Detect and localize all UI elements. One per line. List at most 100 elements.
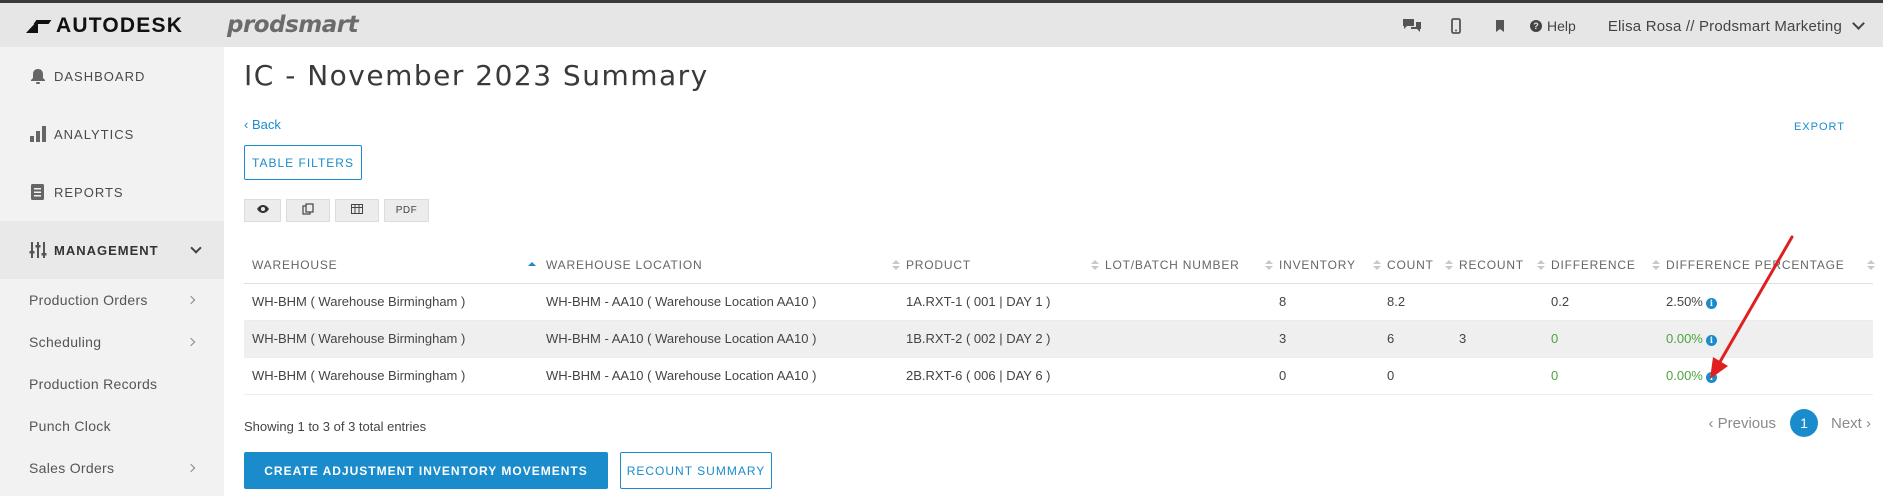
cell-inventory: 8 — [1271, 283, 1379, 321]
copy-icon — [302, 203, 314, 218]
cell-recount[interactable]: 3 — [1451, 320, 1543, 358]
cell-count: 8.2 — [1379, 283, 1451, 321]
pdf-button[interactable]: PDF — [384, 199, 429, 222]
previous-label: Previous — [1717, 414, 1776, 432]
sidebar-item-production-orders[interactable]: Production Orders — [0, 279, 224, 321]
cell-lot-batch — [1097, 283, 1271, 321]
chevron-right-icon — [186, 463, 196, 473]
column-header-warehouse-location[interactable]: WAREHOUSE LOCATION — [538, 247, 900, 284]
user-menu[interactable]: Elisa Rosa // Prodsmart Marketing — [1607, 17, 1865, 35]
sidebar-item-punch-clock[interactable]: Punch Clock — [0, 405, 224, 447]
sidebar-item-label: REPORTS — [54, 184, 124, 200]
cell-product: 2B.RXT-6 ( 006 | DAY 6 ) — [898, 357, 1097, 395]
bell-icon — [28, 66, 48, 86]
top-right-actions: ? Help Elisa Rosa // Prodsmart Marketing — [1390, 13, 1865, 39]
sidebar-item-reports[interactable]: REPORTS — [0, 163, 224, 221]
table-header-row: WAREHOUSE WAREHOUSE LOCATION PRODUCT LOT… — [244, 247, 1875, 284]
sidebar-item-dashboard[interactable]: DASHBOARD — [0, 47, 224, 105]
cell-difference: 0 — [1543, 320, 1658, 358]
table-row: WH-BHM ( Warehouse Birmingham ) WH-BHM -… — [244, 357, 1873, 395]
previous-page-button[interactable]: ‹ Previous — [1708, 415, 1776, 432]
sidebar-item-sales-orders[interactable]: Sales Orders — [0, 447, 224, 489]
sidebar-item-production-records[interactable]: Production Records — [0, 363, 224, 405]
column-header-inventory[interactable]: INVENTORY — [1271, 247, 1381, 284]
cell-lot-batch — [1097, 320, 1271, 358]
chat-icon[interactable] — [1390, 13, 1434, 39]
cell-warehouse-location: WH-BHM - AA10 ( Warehouse Location AA10 … — [538, 283, 898, 321]
bar-chart-icon — [28, 124, 48, 144]
sidebar-item-label: DASHBOARD — [54, 68, 146, 84]
next-label: Next — [1830, 414, 1862, 432]
create-adjustment-button[interactable]: CREATE ADJUSTMENT INVENTORY MOVEMENTS — [244, 452, 608, 489]
user-label: Elisa Rosa // Prodsmart Marketing — [1607, 17, 1842, 35]
pagination: ‹ Previous 1 Next › — [1708, 409, 1871, 437]
summary-table: WAREHOUSE WAREHOUSE LOCATION PRODUCT LOT… — [244, 247, 1875, 395]
table-row: WH-BHM ( Warehouse Birmingham ) WH-BHM -… — [244, 283, 1873, 321]
recount-summary-button[interactable]: RECOUNT SUMMARY — [620, 452, 772, 489]
cell-warehouse: WH-BHM ( Warehouse Birmingham ) — [244, 320, 538, 358]
sliders-icon — [28, 240, 48, 260]
cell-product: 1A.RXT-1 ( 001 | DAY 1 ) — [898, 283, 1097, 321]
eye-icon — [256, 204, 270, 217]
chevron-left-icon: ‹ — [244, 117, 252, 132]
bookmark-icon[interactable] — [1478, 13, 1522, 39]
cell-warehouse-location: WH-BHM - AA10 ( Warehouse Location AA10 … — [538, 320, 898, 358]
sidebar-item-label: Sales Orders — [29, 460, 115, 476]
autodesk-mark-icon — [26, 18, 52, 34]
chevron-left-icon: ‹ — [1708, 414, 1718, 432]
sidebar-item-analytics[interactable]: ANALYTICS — [0, 105, 224, 163]
main-content: IC - November 2023 Summary ‹ Back EXPORT… — [224, 47, 1883, 496]
cell-recount[interactable] — [1451, 357, 1543, 395]
toggle-columns-button[interactable] — [244, 199, 281, 222]
table-tools: PDF — [244, 199, 434, 222]
chevron-right-icon: › — [1861, 414, 1871, 432]
back-label: Back — [251, 117, 281, 132]
cell-inventory: 0 — [1271, 357, 1379, 395]
column-header-difference[interactable]: DIFFERENCE — [1543, 247, 1660, 284]
column-header-product[interactable]: PRODUCT — [898, 247, 1099, 284]
page-number-button[interactable]: 1 — [1789, 409, 1818, 437]
sidebar-item-label: Production Orders — [29, 292, 148, 308]
sidebar-item-label: Production Records — [29, 376, 158, 392]
chevron-down-icon — [1852, 17, 1865, 30]
copy-button[interactable] — [286, 199, 330, 222]
sidebar-item-scheduling[interactable]: Scheduling — [0, 321, 224, 363]
percentage-value: 2.50% — [1666, 294, 1703, 309]
sidebar-item-label: Punch Clock — [29, 418, 111, 434]
next-page-button[interactable]: Next › — [1831, 415, 1871, 432]
cell-inventory: 3 — [1271, 320, 1379, 358]
percentage-value: 0.00% — [1666, 368, 1703, 383]
export-link[interactable]: EXPORT — [1794, 121, 1845, 133]
cell-product: 1B.RXT-2 ( 002 | DAY 2 ) — [898, 320, 1097, 358]
table-filters-button[interactable]: TABLE FILTERS — [244, 145, 362, 180]
back-link[interactable]: ‹ Back — [244, 117, 281, 132]
cell-warehouse-location: WH-BHM - AA10 ( Warehouse Location AA10 … — [538, 357, 898, 395]
column-header-warehouse[interactable]: WAREHOUSE — [244, 247, 538, 284]
column-header-lot-batch[interactable]: LOT/BATCH NUMBER — [1097, 247, 1273, 284]
percentage-value: 0.00% — [1666, 331, 1703, 346]
columns-icon — [351, 204, 363, 217]
cell-count: 0 — [1379, 357, 1451, 395]
sidebar-item-label: ANALYTICS — [54, 126, 135, 142]
cell-recount[interactable] — [1451, 283, 1543, 321]
product-logo[interactable]: prodsmart — [227, 12, 359, 38]
cell-count: 6 — [1379, 320, 1451, 358]
cell-warehouse: WH-BHM ( Warehouse Birmingham ) — [244, 283, 538, 321]
help-label: Help — [1547, 18, 1576, 34]
help-link[interactable]: ? Help — [1530, 18, 1576, 34]
entries-summary: Showing 1 to 3 of 3 total entries — [244, 419, 427, 434]
sidebar-item-management[interactable]: MANAGEMENT — [0, 221, 224, 279]
sidebar: DASHBOARD ANALYTICS REPORTS MANAGEMENT P… — [0, 47, 224, 496]
cell-difference: 0 — [1543, 357, 1658, 395]
column-header-recount[interactable]: RECOUNT — [1451, 247, 1545, 284]
csv-button[interactable] — [335, 199, 379, 222]
cell-warehouse: WH-BHM ( Warehouse Birmingham ) — [244, 357, 538, 395]
autodesk-logo[interactable]: AUTODESK — [26, 14, 183, 38]
chevron-right-icon — [186, 337, 196, 347]
chevron-right-icon — [186, 295, 196, 305]
cell-lot-batch — [1097, 357, 1271, 395]
mobile-icon[interactable] — [1434, 13, 1478, 39]
top-bar: AUTODESK prodsmart ? Help Elisa Rosa // … — [0, 0, 1883, 47]
annotation-arrow — [1710, 235, 1794, 379]
column-header-count[interactable]: COUNT — [1379, 247, 1453, 284]
